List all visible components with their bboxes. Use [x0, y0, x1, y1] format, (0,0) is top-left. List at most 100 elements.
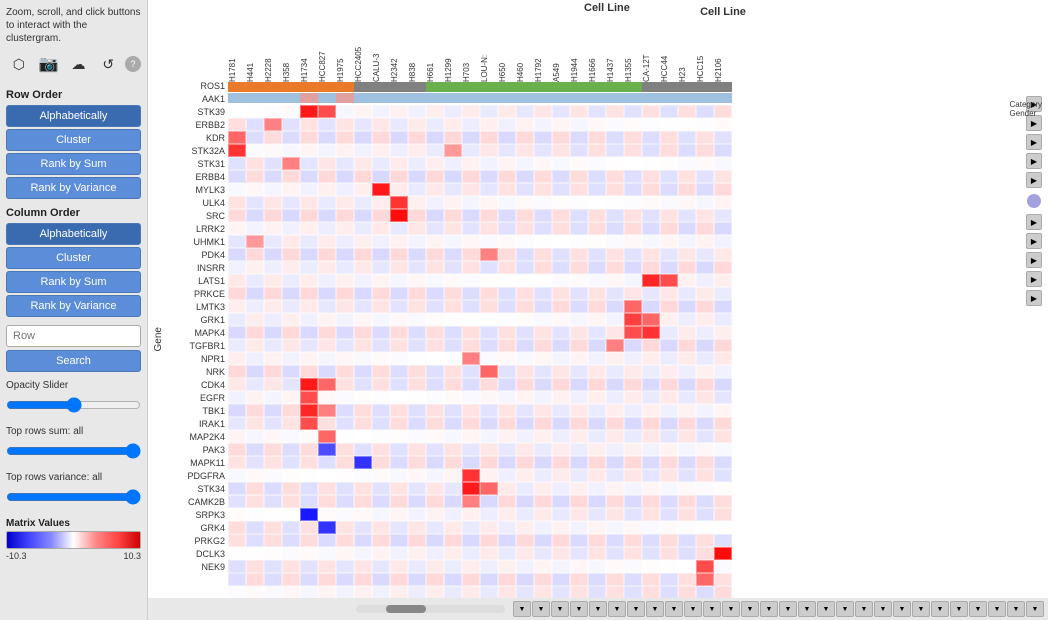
cell-4-5[interactable] [318, 157, 336, 170]
cell-12-10[interactable] [408, 261, 426, 274]
cell-16-8[interactable] [372, 313, 390, 326]
cell-14-27[interactable] [714, 287, 732, 300]
cell-26-21[interactable] [606, 443, 624, 456]
cell-6-24[interactable] [660, 183, 678, 196]
cell-1-8[interactable] [372, 118, 390, 131]
cell-19-19[interactable] [570, 352, 588, 365]
cell-30-3[interactable] [282, 495, 300, 508]
cell-32-15[interactable] [498, 521, 516, 534]
right-scroll-arrow-5[interactable]: ▶ [1026, 214, 1042, 230]
cell-10-24[interactable] [660, 235, 678, 248]
cell-17-15[interactable] [498, 326, 516, 339]
cell-5-21[interactable] [606, 170, 624, 183]
cell-8-20[interactable] [588, 209, 606, 222]
cell-5-19[interactable] [570, 170, 588, 183]
cell-0-1[interactable] [246, 105, 264, 118]
cell-25-26[interactable] [696, 430, 714, 443]
cell-2-22[interactable] [624, 131, 642, 144]
cell-21-26[interactable] [696, 378, 714, 391]
share-icon[interactable]: ⬡ [6, 51, 32, 77]
cell-19-13[interactable] [462, 352, 480, 365]
cell-24-18[interactable] [552, 417, 570, 430]
cell-33-26[interactable] [696, 534, 714, 547]
cell-31-14[interactable] [480, 508, 498, 521]
cell-16-21[interactable] [606, 313, 624, 326]
cell-1-3[interactable] [282, 118, 300, 131]
cell-19-8[interactable] [372, 352, 390, 365]
cell-1-23[interactable] [642, 118, 660, 131]
cell-4-11[interactable] [426, 157, 444, 170]
cell-16-15[interactable] [498, 313, 516, 326]
cell-37-23[interactable] [642, 586, 660, 598]
cell-11-11[interactable] [426, 248, 444, 261]
cell-8-21[interactable] [606, 209, 624, 222]
cell-32-24[interactable] [660, 521, 678, 534]
cell-2-27[interactable] [714, 131, 732, 144]
cell-3-11[interactable] [426, 144, 444, 157]
cell-36-13[interactable] [462, 573, 480, 586]
cell-24-7[interactable] [354, 417, 372, 430]
cell-34-17[interactable] [534, 547, 552, 560]
cell-26-23[interactable] [642, 443, 660, 456]
cell-37-14[interactable] [480, 586, 498, 598]
cell-31-16[interactable] [516, 508, 534, 521]
cell-26-6[interactable] [336, 443, 354, 456]
cell-4-8[interactable] [372, 157, 390, 170]
cell-3-21[interactable] [606, 144, 624, 157]
cell-36-8[interactable] [372, 573, 390, 586]
cell-5-1[interactable] [246, 170, 264, 183]
cell-30-15[interactable] [498, 495, 516, 508]
top-rows-sum-slider[interactable] [6, 443, 141, 459]
cell-21-13[interactable] [462, 378, 480, 391]
cell-30-20[interactable] [588, 495, 606, 508]
cell-6-9[interactable] [390, 183, 408, 196]
cell-32-8[interactable] [372, 521, 390, 534]
cell-4-1[interactable] [246, 157, 264, 170]
cell-18-3[interactable] [282, 339, 300, 352]
bottom-arrow-4[interactable]: ▼ [589, 601, 607, 617]
cell-28-22[interactable] [624, 469, 642, 482]
cell-35-3[interactable] [282, 560, 300, 573]
bottom-arrow-15[interactable]: ▼ [798, 601, 816, 617]
cell-24-25[interactable] [678, 417, 696, 430]
cell-24-24[interactable] [660, 417, 678, 430]
cell-17-14[interactable] [480, 326, 498, 339]
cell-1-19[interactable] [570, 118, 588, 131]
cell-22-21[interactable] [606, 391, 624, 404]
cell-7-18[interactable] [552, 196, 570, 209]
cell-4-24[interactable] [660, 157, 678, 170]
cell-37-9[interactable] [390, 586, 408, 598]
cell-5-5[interactable] [318, 170, 336, 183]
cell-8-16[interactable] [516, 209, 534, 222]
cell-16-20[interactable] [588, 313, 606, 326]
bottom-arrow-1[interactable]: ▼ [532, 601, 550, 617]
cell-23-6[interactable] [336, 404, 354, 417]
cell-14-16[interactable] [516, 287, 534, 300]
cell-7-16[interactable] [516, 196, 534, 209]
cell-17-6[interactable] [336, 326, 354, 339]
cell-21-17[interactable] [534, 378, 552, 391]
bottom-arrow-16[interactable]: ▼ [817, 601, 835, 617]
cell-2-26[interactable] [696, 131, 714, 144]
cell-31-4[interactable] [300, 508, 318, 521]
cell-36-23[interactable] [642, 573, 660, 586]
cell-1-9[interactable] [390, 118, 408, 131]
cell-20-0[interactable] [228, 365, 246, 378]
cell-5-7[interactable] [354, 170, 372, 183]
cell-29-27[interactable] [714, 482, 732, 495]
cell-17-11[interactable] [426, 326, 444, 339]
cell-16-7[interactable] [354, 313, 372, 326]
cell-0-21[interactable] [606, 105, 624, 118]
cell-24-27[interactable] [714, 417, 732, 430]
cell-15-25[interactable] [678, 300, 696, 313]
cell-22-14[interactable] [480, 391, 498, 404]
cell-26-14[interactable] [480, 443, 498, 456]
cell-3-6[interactable] [336, 144, 354, 157]
cell-35-27[interactable] [714, 560, 732, 573]
cell-11-13[interactable] [462, 248, 480, 261]
cell-16-24[interactable] [660, 313, 678, 326]
cell-32-25[interactable] [678, 521, 696, 534]
cell-33-14[interactable] [480, 534, 498, 547]
cell-21-12[interactable] [444, 378, 462, 391]
cell-32-21[interactable] [606, 521, 624, 534]
